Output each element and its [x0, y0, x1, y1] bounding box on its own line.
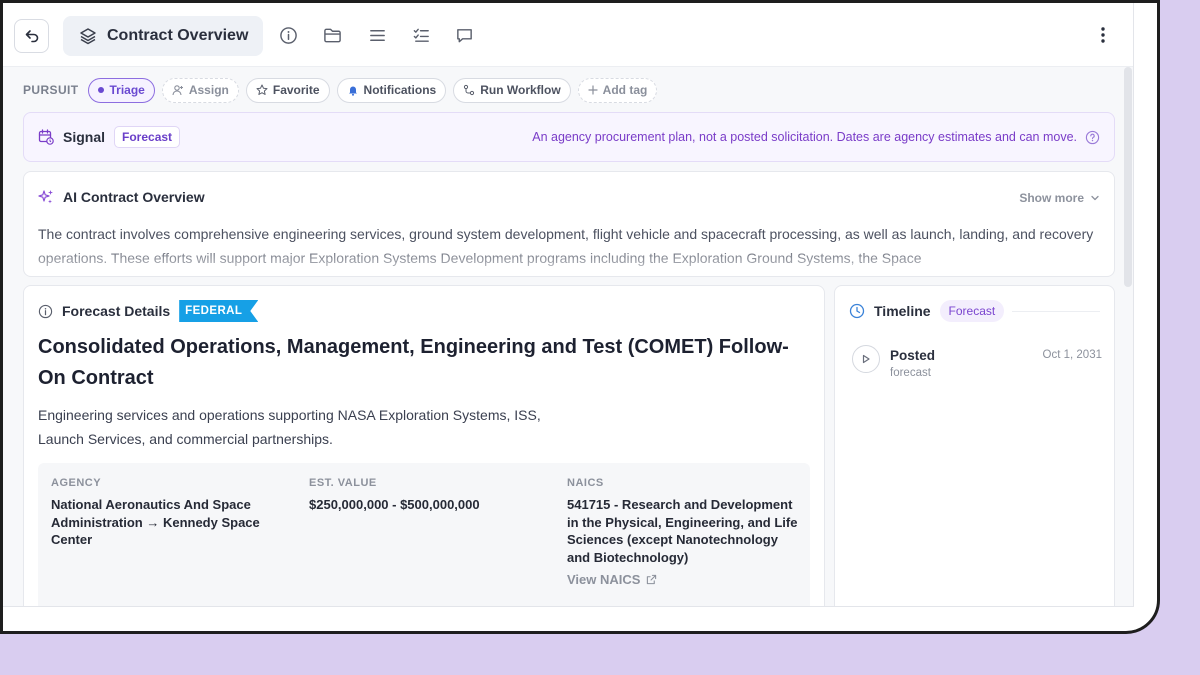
show-more-button[interactable]: Show more	[1019, 191, 1100, 205]
timeline-card: Timeline Forecast Posted forecast Oct 1,…	[834, 285, 1115, 606]
federal-badge: FEDERAL	[179, 300, 258, 322]
chip-label: Notifications	[363, 83, 437, 97]
folder-button[interactable]	[322, 25, 342, 45]
signal-banner: Signal Forecast An agency procurement pl…	[23, 112, 1115, 162]
play-icon	[862, 354, 870, 364]
run-workflow-chip[interactable]: Run Workflow	[453, 77, 571, 103]
back-arrow-icon	[25, 30, 38, 43]
naics-label: NAICS	[567, 477, 604, 489]
naics-fact: NAICS 541715 - Research and Development …	[567, 477, 803, 587]
app-window: Contract Overview PURSUIT Triage Assign …	[0, 0, 1160, 634]
contract-facts-grid: AGENCY National Aeronautics And Space Ad…	[38, 463, 810, 606]
contract-description: Engineering services and operations supp…	[38, 403, 608, 451]
signal-note: An agency procurement plan, not a posted…	[532, 130, 1077, 144]
event-name: Posted	[890, 348, 936, 363]
notifications-chip[interactable]: Notifications	[336, 77, 447, 103]
plus-icon	[588, 85, 598, 95]
chip-label: Triage	[109, 83, 145, 97]
page-title-tab[interactable]: Contract Overview	[63, 16, 263, 56]
calendar-clock-icon	[38, 129, 54, 145]
chevron-down-icon	[1091, 195, 1099, 201]
page-title: Contract Overview	[107, 27, 249, 44]
assign-chip[interactable]: Assign	[161, 77, 239, 103]
pursuit-label: PURSUIT	[23, 83, 79, 97]
est-value-fact: EST. VALUE $250,000,000 - $500,000,000	[309, 477, 549, 514]
view-naics-label: View NAICS	[567, 572, 641, 587]
event-date: Oct 1, 2031	[1042, 349, 1102, 361]
checklist-icon	[413, 28, 429, 42]
forecast-details-title: Forecast Details	[62, 303, 171, 319]
description-line: Engineering services and operations supp…	[38, 407, 541, 423]
description-line: Launch Services, and commercial partners…	[38, 431, 333, 447]
top-toolbar: Contract Overview	[3, 3, 1133, 67]
more-options-button[interactable]	[1093, 25, 1113, 45]
header-divider	[1012, 311, 1100, 312]
folder-icon	[323, 28, 341, 42]
forecast-details-card: Forecast Details FEDERAL Consolidated Op…	[23, 285, 825, 606]
list-button[interactable]	[367, 25, 387, 45]
star-icon	[256, 84, 268, 95]
sparkles-icon	[38, 190, 53, 204]
forecast-badge: Forecast	[114, 126, 181, 148]
external-link-icon	[647, 574, 657, 585]
comments-button[interactable]	[454, 25, 474, 45]
info-icon	[279, 26, 297, 44]
view-naics-link[interactable]: View NAICS	[567, 572, 803, 587]
show-more-label: Show more	[1019, 191, 1084, 205]
triage-chip[interactable]: Triage	[88, 77, 155, 103]
forecast-badge: Forecast	[939, 300, 1005, 322]
timeline-header: Timeline Forecast	[849, 300, 1005, 322]
checklist-button[interactable]	[411, 25, 431, 45]
agency-fact: AGENCY National Aeronautics And Space Ad…	[51, 477, 281, 549]
est-value-value: $250,000,000 - $500,000,000	[309, 497, 480, 512]
agency-value: National Aeronautics And Space Administr…	[51, 497, 260, 547]
info-button[interactable]	[278, 25, 298, 45]
status-dot-icon	[98, 87, 105, 93]
clock-icon	[849, 303, 865, 319]
info-icon	[38, 304, 53, 318]
contract-title: Consolidated Operations, Management, Eng…	[38, 336, 789, 389]
more-vertical-icon	[1101, 27, 1105, 43]
ai-overview-text: The contract involves comprehensive engi…	[38, 226, 1094, 266]
forecast-details-header: Forecast Details FEDERAL	[38, 300, 258, 322]
workflow-icon	[464, 84, 475, 96]
ai-overview-header: AI Contract Overview	[38, 189, 205, 205]
ai-overview-card: AI Contract Overview Show more The contr…	[23, 171, 1115, 277]
favorite-chip[interactable]: Favorite	[245, 77, 330, 103]
list-icon	[369, 29, 385, 41]
ai-overview-title: AI Contract Overview	[63, 189, 205, 205]
chip-label: Favorite	[272, 83, 320, 97]
add-tag-chip[interactable]: Add tag	[577, 77, 658, 103]
agency-label: AGENCY	[51, 477, 102, 489]
signal-title: Signal	[63, 129, 106, 145]
chip-label: Run Workflow	[480, 83, 561, 97]
comment-icon	[456, 28, 472, 42]
est-value-label: EST. VALUE	[309, 477, 377, 489]
back-button[interactable]	[14, 19, 49, 53]
event-marker	[852, 345, 880, 373]
pursuit-tag-row: PURSUIT Triage Assign Favorite Notificat…	[23, 77, 658, 103]
contract-panel: Contract Overview PURSUIT Triage Assign …	[3, 3, 1134, 607]
user-plus-icon	[172, 85, 183, 96]
chip-label: Add tag	[602, 83, 648, 97]
chip-label: Assign	[188, 83, 229, 97]
timeline-title: Timeline	[874, 303, 931, 319]
naics-value: 541715 - Research and Development in the…	[567, 497, 798, 565]
event-subtitle: forecast	[890, 367, 931, 379]
layers-icon	[80, 28, 96, 45]
bell-icon	[348, 86, 357, 96]
scrollbar[interactable]	[1124, 67, 1132, 287]
help-icon[interactable]	[1085, 130, 1100, 145]
